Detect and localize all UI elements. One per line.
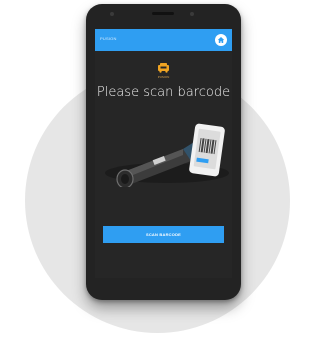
phone-speaker: [152, 12, 174, 15]
phone-sensor: [110, 12, 114, 16]
scanner-illustration: [105, 123, 229, 187]
truck-logo-icon: [158, 63, 169, 73]
phone-camera: [190, 12, 194, 16]
home-icon: [217, 37, 225, 43]
home-button[interactable]: [215, 34, 227, 46]
app-screen: PUSION PUSION Please scan barcode SCAN B…: [95, 29, 232, 278]
app-bar: PUSION: [95, 29, 232, 51]
logo-text: PUSION: [157, 75, 170, 79]
scan-barcode-button[interactable]: SCAN BARCODE: [103, 226, 224, 243]
phone-device: PUSION PUSION Please scan barcode SCAN B…: [86, 4, 241, 300]
app-title: PUSION: [100, 36, 117, 41]
page-title: Please scan barcode: [96, 85, 231, 100]
